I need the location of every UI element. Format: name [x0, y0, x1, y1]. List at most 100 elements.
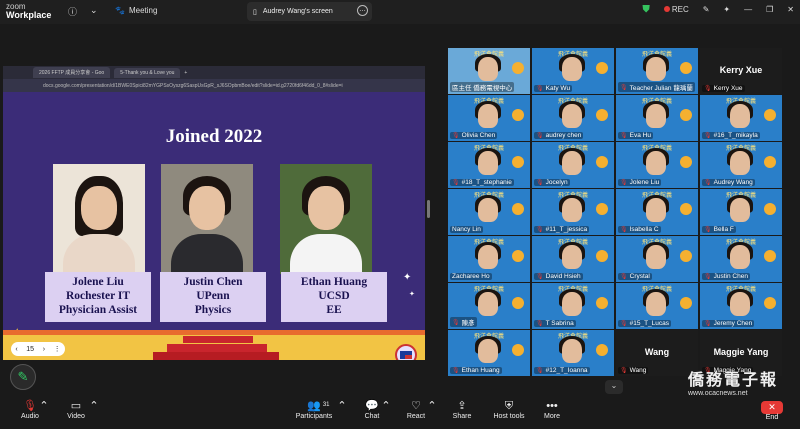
participant-count: 31: [322, 402, 330, 408]
participant-tile[interactable]: 飛洋會館義🎙#12_T_Ioanna: [532, 330, 614, 376]
mic-muted-icon: 🎙: [452, 368, 460, 374]
participant-name: Wang: [629, 367, 647, 374]
participant-tile[interactable]: 飛洋會館義🎙David Hsieh: [532, 236, 614, 282]
participant-tile[interactable]: Wang 🎙 Wang: [616, 330, 698, 376]
participant-tile[interactable]: 飛洋會館義🎙Audrey Wang: [700, 142, 782, 188]
participant-name-tag: 🎙 Teacher Julian 龍瑀蘭: [618, 82, 695, 92]
more-label: More: [544, 413, 560, 420]
participant-tile[interactable]: 飛洋會館義🎙Jeremy Chen: [700, 283, 782, 329]
participant-video: [646, 292, 666, 316]
mic-muted-icon: 🎙: [452, 133, 460, 139]
browser-tab-slides[interactable]: 2026 FFTP 成員分享會 - Goo: [33, 67, 111, 78]
slide-page-control[interactable]: ‹ 15 › ⋮: [11, 342, 65, 356]
caption-person-2: Justin Chen UPenn Physics: [160, 272, 266, 322]
participant-tile[interactable]: 飛洋會館義🎙audrey chen: [532, 95, 614, 141]
host-tools-label: Host tools: [493, 413, 525, 420]
end-label: End: [765, 414, 779, 421]
mic-muted-icon: 🎙: [620, 321, 628, 327]
slide-title: Joined 2022: [165, 126, 263, 147]
club-logo-icon: [764, 250, 776, 262]
club-logo-icon: [680, 250, 692, 262]
participant-tile[interactable]: 飛洋會館義🎙Eva Hu: [616, 95, 698, 141]
prev-slide-icon[interactable]: ‹: [15, 346, 17, 353]
participant-video: [646, 57, 666, 81]
annotate-pen-button[interactable]: ✎: [10, 364, 36, 390]
sparkle-decoration-icon: ✦: [409, 291, 415, 298]
participant-video: [478, 245, 498, 269]
participant-name: David Hsieh: [545, 273, 581, 280]
sparkle-icon[interactable]: ✦: [723, 5, 730, 14]
participant-name-tag: 🎙 David Hsieh: [534, 273, 583, 280]
meeting-menu[interactable]: 🐾 Meeting: [115, 6, 157, 15]
participant-name-tag: 🎙 Kerry Xue: [702, 85, 745, 92]
participant-name-tag: 🎙 #11_T_jessica: [534, 226, 590, 233]
participant-tile[interactable]: 飛洋會館義🎙#11_T_jessica: [532, 189, 614, 235]
club-logo-icon: [512, 344, 524, 356]
restore-icon[interactable]: ❐: [766, 5, 773, 14]
participant-tile[interactable]: 飛洋會館義🎙#18_T_stephanie: [448, 142, 530, 188]
participant-name: Eva Hu: [629, 132, 651, 139]
participant-name-tag: 🎙 Jolene Liu: [618, 179, 662, 186]
participant-name: Jeremy Chen: [713, 320, 753, 327]
participant-name-tag: 🎙 Isabella C: [618, 226, 661, 233]
video-options-chevron[interactable]: ⌃: [86, 400, 102, 413]
shield-icon[interactable]: ⛊: [642, 4, 650, 15]
participant-tile[interactable]: 飛洋會館義🎙陳彥: [448, 283, 530, 329]
browser-tab-thankyou[interactable]: 5-Thank you & Love you: [114, 67, 181, 78]
participant-tile[interactable]: 飛洋會館義Zacharee Ho: [448, 236, 530, 282]
pen-icon: ✎: [17, 369, 29, 384]
participant-tile[interactable]: 飛洋會館義🎙Olivia Chen: [448, 95, 530, 141]
participant-video: [478, 339, 498, 363]
participant-tile[interactable]: 飛洋會館義🎙Bella F: [700, 189, 782, 235]
person-school: UPenn: [196, 290, 230, 302]
participant-name-tag: 🎙 陳彥: [450, 317, 477, 327]
stage-decoration: [3, 330, 425, 360]
participant-tile[interactable]: 飛洋會館義Nancy Lin: [448, 189, 530, 235]
participant-tile[interactable]: Kerry Xue 🎙 Kerry Xue: [700, 48, 782, 94]
more-icon[interactable]: ⋮: [54, 345, 61, 353]
participant-tile[interactable]: 飛洋會館義🎙Katy Wu: [532, 48, 614, 94]
info-icon[interactable]: ⓘ: [68, 5, 77, 18]
person-name: Justin Chen: [183, 276, 243, 288]
participant-video: [562, 198, 582, 222]
close-icon[interactable]: ✕: [787, 5, 794, 14]
participant-tile[interactable]: 飛洋會館義🎙T Sabrina: [532, 283, 614, 329]
zoom-logo: zoom Workplace: [6, 2, 51, 20]
more-button[interactable]: ••• More: [522, 400, 582, 420]
participant-name-tag: 🎙 #12_T_Ioanna: [534, 367, 590, 374]
participant-tile[interactable]: 飛洋會館義🎙Isabella C: [616, 189, 698, 235]
chevron-down-icon[interactable]: ⌄: [90, 5, 98, 16]
photo-person-3: [280, 164, 372, 274]
participant-tile[interactable]: 飛洋會館義🎙Crystal: [616, 236, 698, 282]
participant-tile[interactable]: 飛洋會館義🎙Teacher Julian 龍瑀蘭: [616, 48, 698, 94]
club-logo-icon: [512, 203, 524, 215]
new-tab-icon[interactable]: +: [184, 70, 187, 76]
more-options-icon[interactable]: …: [357, 5, 368, 16]
end-meeting-button[interactable]: ✕ End: [758, 401, 786, 421]
mic-muted-icon: 🎙: [536, 227, 544, 233]
participant-tile[interactable]: 飛洋會館義🎙Ethan Huang: [448, 330, 530, 376]
recording-indicator[interactable]: REC: [663, 5, 689, 14]
participant-video: [478, 292, 498, 316]
participant-tile[interactable]: 飛洋會館義🎙Justin Chen: [700, 236, 782, 282]
club-logo-icon: [680, 297, 692, 309]
next-slide-icon[interactable]: ›: [43, 346, 45, 353]
shared-screen-pill[interactable]: ▯ Audrey Wang's screen …: [247, 2, 372, 21]
participant-name-tag: 🎙 Ethan Huang: [450, 367, 502, 374]
participant-tile[interactable]: 飛洋會館義🎙#15_T_Lucas: [616, 283, 698, 329]
club-logo-icon: [596, 297, 608, 309]
participant-tile[interactable]: 飛洋會館義🎙Jolene Liu: [616, 142, 698, 188]
club-logo-icon: [512, 250, 524, 262]
browser-address-bar[interactable]: docs.google.com/presentation/d/1BWE0Spic…: [3, 79, 425, 92]
minimize-icon[interactable]: —: [744, 5, 752, 14]
annotate-icon[interactable]: ✎: [703, 5, 710, 14]
participant-name: Justin Chen: [713, 273, 748, 280]
participant-name: Olivia Chen: [461, 132, 496, 139]
participant-tile[interactable]: 飛洋會館義🎙#16_T_mikayla: [700, 95, 782, 141]
club-logo-icon: [680, 62, 692, 74]
participant-tile[interactable]: 飛洋會館義🎙Jocelyn: [532, 142, 614, 188]
mic-muted-icon: 🎙: [620, 133, 628, 139]
participant-tile[interactable]: 飛洋會館義區主任 僑務電視中心: [448, 48, 530, 94]
scroll-down-button[interactable]: ⌄: [605, 380, 623, 394]
split-view-handle[interactable]: [427, 200, 430, 218]
